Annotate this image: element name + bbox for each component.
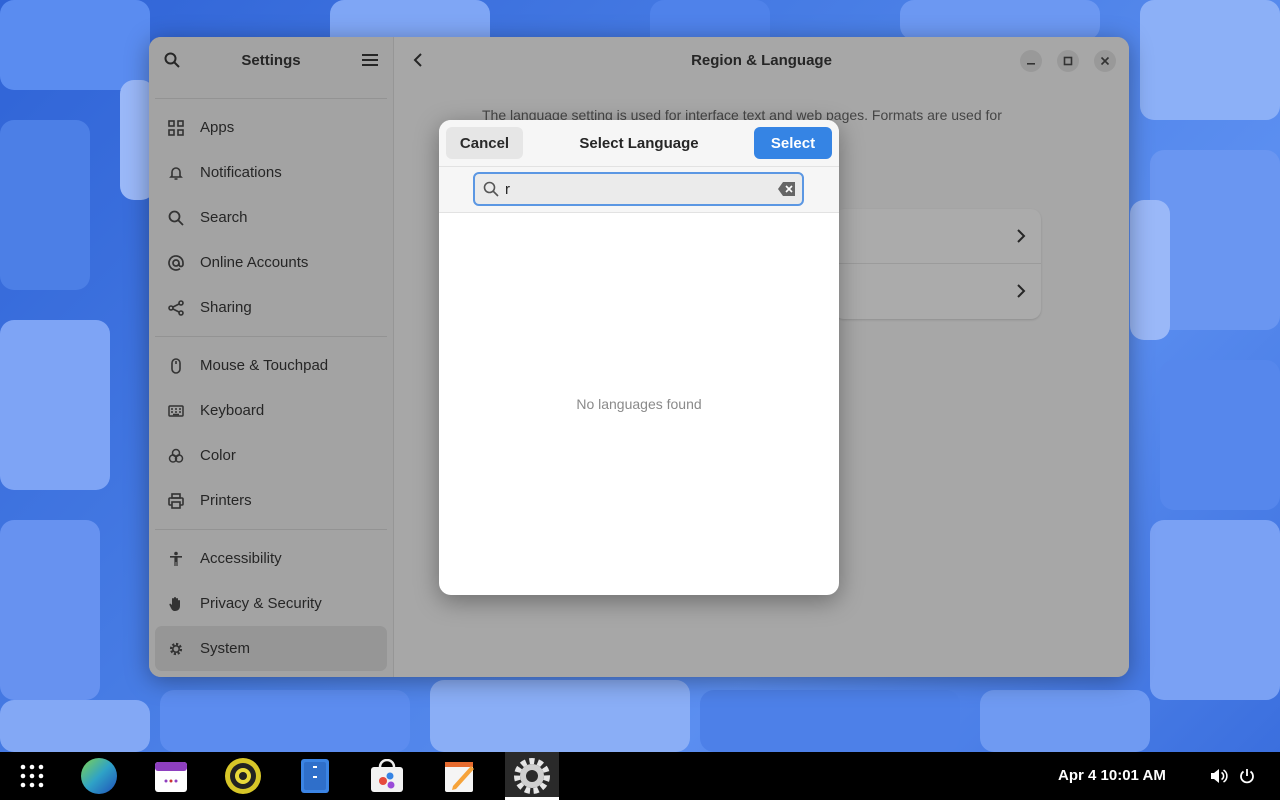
wallpaper-tile bbox=[160, 690, 410, 752]
sidebar-item-printers[interactable]: Printers bbox=[155, 478, 387, 523]
text-editor-icon[interactable] bbox=[440, 756, 480, 796]
nav-group: Accessibility Privacy & Security System bbox=[155, 529, 387, 677]
color-icon bbox=[167, 447, 185, 465]
sidebar-item-label: Sharing bbox=[200, 299, 252, 316]
clock[interactable]: Apr 4 10:01 AM bbox=[1058, 767, 1166, 784]
wallpaper-tile bbox=[0, 320, 110, 490]
sidebar-item-label: Privacy & Security bbox=[200, 595, 322, 612]
dialog-header: Cancel Select Language Select bbox=[439, 120, 839, 167]
sidebar-item-mouse-touchpad[interactable]: Mouse & Touchpad bbox=[155, 343, 387, 388]
share-icon bbox=[167, 299, 185, 317]
sidebar: Settings Apps Notifications Search Onlin… bbox=[149, 37, 394, 677]
sidebar-item-color[interactable]: Color bbox=[155, 433, 387, 478]
settings-gear-icon[interactable] bbox=[512, 756, 552, 796]
search-bar: r bbox=[439, 167, 839, 213]
sidebar-item-search[interactable]: Search bbox=[155, 195, 387, 240]
sidebar-item-system[interactable]: System bbox=[155, 626, 387, 671]
sidebar-item-label: Online Accounts bbox=[200, 254, 309, 271]
apps-grid-icon bbox=[167, 119, 185, 137]
sidebar-item-sharing[interactable]: Sharing bbox=[155, 285, 387, 330]
sidebar-item-label: Search bbox=[200, 209, 248, 226]
wallpaper-tile bbox=[1150, 520, 1280, 700]
chevron-right-icon bbox=[1015, 282, 1027, 305]
search-value: r bbox=[505, 180, 510, 198]
sidebar-item-label: Printers bbox=[200, 492, 252, 509]
browser-globe-icon[interactable] bbox=[79, 756, 119, 796]
sidebar-item-label: Apps bbox=[200, 119, 235, 136]
wallpaper-tile bbox=[0, 520, 100, 700]
app-grid-icon[interactable] bbox=[12, 756, 52, 796]
sidebar-item-keyboard[interactable]: Keyboard bbox=[155, 388, 387, 433]
wallpaper-tile bbox=[0, 700, 150, 752]
calendar-icon[interactable] bbox=[151, 756, 191, 796]
sidebar-item-label: Accessibility bbox=[200, 550, 282, 567]
volume-icon[interactable] bbox=[1209, 766, 1229, 786]
sidebar-item-notifications[interactable]: Notifications bbox=[155, 150, 387, 195]
empty-state-text: No languages found bbox=[576, 396, 702, 412]
wallpaper-tile bbox=[1130, 200, 1170, 340]
taskbar: Apr 4 10:01 AM bbox=[0, 752, 1280, 800]
gear-icon bbox=[167, 640, 185, 658]
language-search-input[interactable]: r bbox=[473, 172, 804, 206]
content-header: Region & Language bbox=[394, 37, 1129, 83]
bell-icon bbox=[167, 164, 185, 182]
select-language-dialog: Cancel Select Language Select r No langu… bbox=[439, 120, 839, 595]
sidebar-header: Settings bbox=[149, 37, 393, 83]
page-title: Region & Language bbox=[691, 51, 832, 69]
sidebar-item-label: Color bbox=[200, 447, 236, 464]
at-sign-icon bbox=[167, 254, 185, 272]
software-store-icon[interactable] bbox=[367, 756, 407, 796]
music-player-icon[interactable] bbox=[223, 756, 263, 796]
keyboard-icon bbox=[167, 402, 185, 420]
sidebar-item-label: Mouse & Touchpad bbox=[200, 357, 329, 374]
list-row-language[interactable] bbox=[834, 209, 1041, 264]
printer-icon bbox=[167, 492, 185, 510]
file-manager-icon[interactable] bbox=[295, 756, 335, 796]
settings-list bbox=[834, 209, 1041, 319]
sidebar-item-label: Notifications bbox=[200, 164, 282, 181]
sidebar-item-privacy-security[interactable]: Privacy & Security bbox=[155, 581, 387, 626]
sidebar-title: Settings bbox=[241, 51, 301, 69]
clear-search-icon[interactable] bbox=[778, 182, 796, 196]
wallpaper-tile bbox=[0, 120, 90, 290]
search-icon bbox=[167, 209, 185, 227]
wallpaper-tile bbox=[1140, 0, 1280, 120]
wallpaper-tile bbox=[700, 690, 960, 752]
select-button[interactable]: Select bbox=[754, 127, 832, 159]
sidebar-item-accessibility[interactable]: Accessibility bbox=[155, 536, 387, 581]
sidebar-nav: Apps Notifications Search Online Account… bbox=[149, 83, 393, 677]
maximize-button[interactable] bbox=[1057, 50, 1079, 72]
mouse-icon bbox=[167, 357, 185, 375]
search-icon bbox=[483, 181, 499, 197]
wallpaper-tile bbox=[1160, 360, 1280, 510]
power-icon[interactable] bbox=[1237, 766, 1257, 786]
hand-icon bbox=[167, 595, 185, 613]
minimize-button[interactable] bbox=[1020, 50, 1042, 72]
list-row-formats[interactable] bbox=[834, 264, 1041, 319]
sidebar-item-apps[interactable]: Apps bbox=[155, 105, 387, 150]
chevron-right-icon bbox=[1015, 227, 1027, 250]
nav-group: Apps Notifications Search Online Account… bbox=[155, 98, 387, 336]
sidebar-item-online-accounts[interactable]: Online Accounts bbox=[155, 240, 387, 285]
accessibility-icon bbox=[167, 550, 185, 568]
search-icon[interactable] bbox=[161, 49, 183, 71]
sidebar-item-label: System bbox=[200, 640, 251, 657]
wallpaper-tile bbox=[0, 0, 150, 90]
hamburger-menu-icon[interactable] bbox=[359, 49, 381, 71]
wallpaper-tile bbox=[900, 0, 1100, 40]
wallpaper-tile bbox=[430, 680, 690, 752]
wallpaper-tile bbox=[980, 690, 1150, 752]
sidebar-item-label: Keyboard bbox=[200, 402, 265, 419]
close-button[interactable] bbox=[1094, 50, 1116, 72]
nav-group: Mouse & Touchpad Keyboard Color Printers bbox=[155, 336, 387, 529]
